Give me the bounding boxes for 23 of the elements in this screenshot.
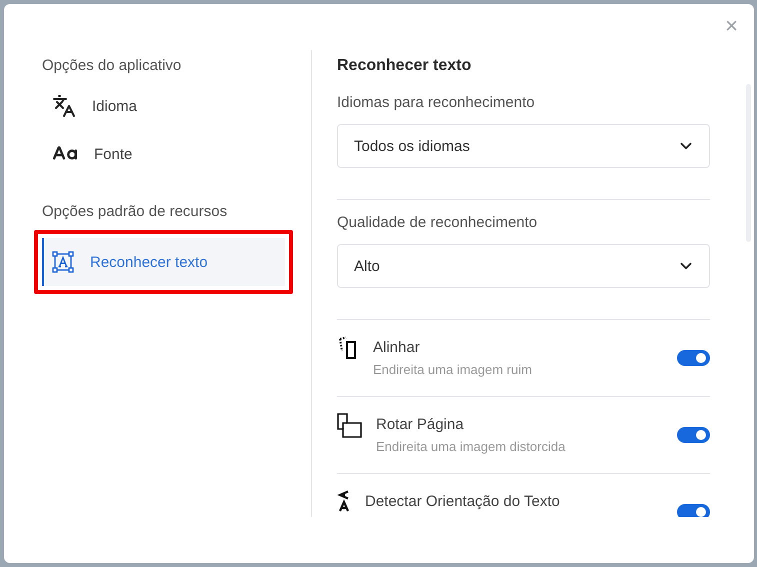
option-description: Endireita uma imagem distorcida	[376, 439, 566, 454]
section-heading: Opções do aplicativo	[42, 56, 182, 76]
sidebar-item[interactable]: Idioma	[42, 82, 311, 130]
toggle-switch[interactable]	[677, 427, 710, 443]
panel-title: Reconhecer texto	[337, 56, 472, 76]
deskew-icon	[337, 336, 359, 360]
translate-icon	[52, 94, 76, 118]
section-heading: Opções padrão de recursos	[42, 202, 228, 222]
dropdown[interactable]: Alto	[337, 244, 710, 288]
text-direction-icon	[337, 490, 351, 512]
option-description: Endireita uma imagem ruim	[373, 362, 533, 377]
sidebar-item[interactable]: Fonte	[42, 130, 311, 178]
option-title: Rotar Página	[376, 416, 465, 433]
field-label: Idiomas para reconhecimento	[337, 94, 536, 113]
option-title: Detectar Orientação do Texto	[365, 493, 561, 510]
overlapping-pages-icon	[337, 413, 362, 438]
sidebar-item[interactable]: Reconhecer texto	[42, 238, 285, 286]
text-frame-icon	[52, 251, 74, 273]
option-title: Alinhar	[373, 339, 421, 356]
field-label: Qualidade de reconhecimento	[337, 214, 538, 233]
toggle-switch[interactable]	[677, 504, 710, 517]
toggle-switch[interactable]	[677, 350, 710, 366]
dropdown[interactable]: Todos os idiomas	[337, 124, 710, 168]
